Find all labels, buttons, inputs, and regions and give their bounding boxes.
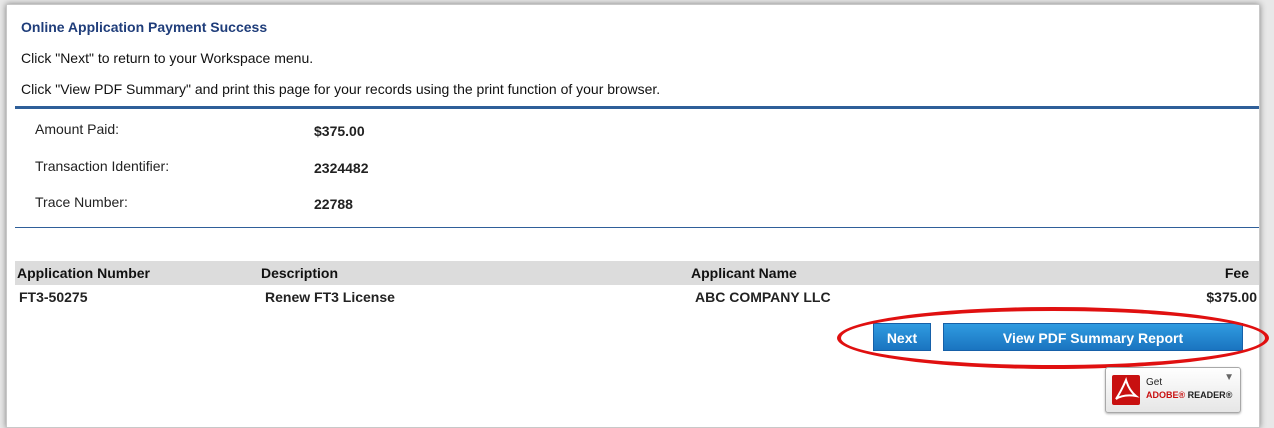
column-header-description: Description [261,265,339,281]
amount-paid-value: $375.00 [314,123,365,139]
table-header: Application Number Description Applicant… [15,261,1259,285]
trace-number-label: Trace Number: [35,194,128,210]
adobe-reader-label: ADOBE® READER® [1146,390,1233,400]
amount-paid-label: Amount Paid: [35,121,120,137]
view-pdf-summary-button[interactable]: View PDF Summary Report [943,323,1243,351]
column-header-fee: Fee [1224,265,1249,281]
adobe-reader-icon [1112,375,1140,405]
transaction-id-value: 2324482 [314,160,369,176]
download-arrow-icon: ▼ [1224,372,1234,383]
cell-application-number: FT3-50275 [19,289,88,305]
cell-applicant-name: ABC COMPANY LLC [695,289,831,305]
get-adobe-reader-badge[interactable]: Get ADOBE® READER® ▼ [1105,367,1241,413]
page-title: Online Application Payment Success [21,19,268,35]
cell-description: Renew FT3 License [265,289,395,305]
payment-success-panel: Online Application Payment Success Click… [6,4,1269,428]
adobe-get-label: Get [1146,377,1163,388]
adobe-product-text: READER [1187,390,1226,400]
section-divider [15,106,1259,109]
column-header-application-number: Application Number [17,265,151,281]
transaction-id-label: Transaction Identifier: [35,158,170,174]
instruction-next: Click "Next" to return to your Workspace… [21,50,314,66]
table-divider [15,227,1259,228]
adobe-brand-text: ADOBE [1146,390,1179,400]
next-button[interactable]: Next [873,323,931,351]
cell-fee: $375.00 [1206,289,1257,305]
instruction-pdf: Click "View PDF Summary" and print this … [21,81,661,97]
column-header-applicant-name: Applicant Name [691,265,797,281]
trace-number-value: 22788 [314,196,353,212]
